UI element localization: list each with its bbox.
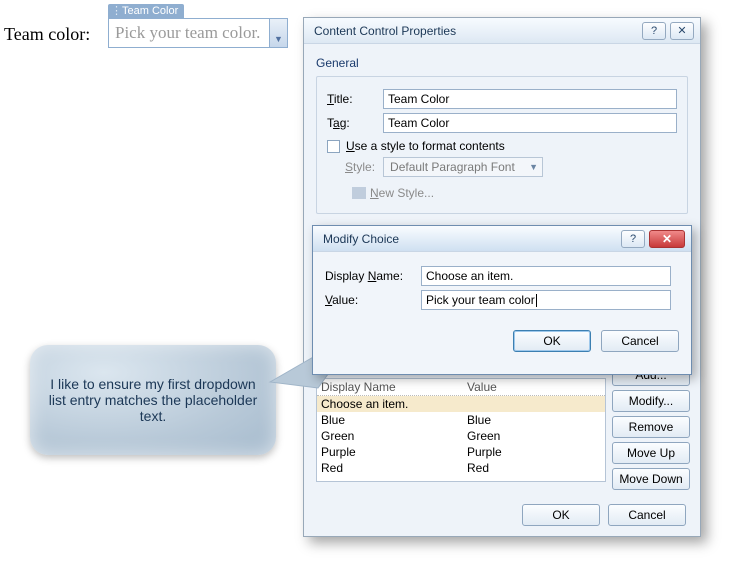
use-style-checkbox[interactable] bbox=[327, 140, 340, 153]
subdialog-ok-button[interactable]: OK bbox=[513, 330, 591, 352]
chevron-down-icon: ▼ bbox=[529, 162, 538, 172]
list-cell-name: Purple bbox=[317, 445, 467, 459]
dialog-cancel-button[interactable]: Cancel bbox=[608, 504, 686, 526]
subdialog-title: Modify Choice bbox=[323, 232, 617, 246]
list-row[interactable]: GreenGreen bbox=[317, 428, 605, 444]
new-style-icon bbox=[352, 187, 366, 199]
style-combo-value: Default Paragraph Font bbox=[390, 160, 515, 174]
help-button[interactable]: ? bbox=[642, 22, 666, 40]
subdialog-help-button[interactable]: ? bbox=[621, 230, 645, 248]
list-cell-value bbox=[467, 397, 605, 411]
modify-choice-dialog: Modify Choice ? ✕ Display Name: Value: P… bbox=[312, 225, 692, 375]
subdialog-body: Display Name: Value: Pick your team colo… bbox=[313, 252, 691, 324]
list-row[interactable]: BlueBlue bbox=[317, 412, 605, 428]
move-up-button[interactable]: Move Up bbox=[612, 442, 690, 464]
value-label: Value: bbox=[325, 293, 421, 307]
list-cell-name: Green bbox=[317, 429, 467, 443]
title-input[interactable] bbox=[383, 89, 677, 109]
content-control-dropdown-button[interactable]: ▼ bbox=[269, 19, 287, 47]
close-button[interactable]: ✕ bbox=[670, 22, 694, 40]
author-callout: I like to ensure my first dropdown list … bbox=[30, 345, 276, 455]
dialog-title: Content Control Properties bbox=[314, 24, 638, 38]
content-control-box: Pick your team color. ▼ bbox=[108, 18, 288, 48]
remove-button[interactable]: Remove bbox=[612, 416, 690, 438]
list-cell-value: Purple bbox=[467, 445, 605, 459]
dropdown-list-area: Display Name Value Choose an item.BlueBl… bbox=[316, 378, 688, 482]
tag-input[interactable] bbox=[383, 113, 677, 133]
list-side-buttons: Add... Modify... Remove Move Up Move Dow… bbox=[612, 364, 690, 490]
value-input[interactable]: Pick your team color bbox=[421, 290, 671, 310]
content-control-tab[interactable]: Team Color bbox=[108, 4, 184, 18]
dialog-footer: OK Cancel bbox=[304, 504, 700, 526]
use-style-label: Use a style to format contents bbox=[346, 139, 505, 153]
list-header-value: Value bbox=[467, 380, 605, 394]
value-input-text: Pick your team color bbox=[426, 293, 535, 307]
new-style-label: New Style... bbox=[370, 186, 434, 200]
subdialog-cancel-button[interactable]: Cancel bbox=[601, 330, 679, 352]
style-label: Style: bbox=[345, 160, 375, 174]
general-group: Title: Tag: Use a style to format conten… bbox=[316, 76, 688, 214]
dialog-ok-button[interactable]: OK bbox=[522, 504, 600, 526]
list-cell-value: Red bbox=[467, 461, 605, 475]
subdialog-titlebar: Modify Choice ? ✕ bbox=[313, 226, 691, 252]
style-combo: Default Paragraph Font ▼ bbox=[383, 157, 543, 177]
list-cell-name: Blue bbox=[317, 413, 467, 427]
doc-field-label: Team color: bbox=[4, 24, 90, 45]
subdialog-close-button[interactable]: ✕ bbox=[649, 230, 685, 248]
callout-text: I like to ensure my first dropdown list … bbox=[46, 376, 260, 424]
dialog-body: General Title: Tag: Use a style to forma… bbox=[304, 44, 700, 224]
list-row[interactable]: PurplePurple bbox=[317, 444, 605, 460]
list-cell-value: Green bbox=[467, 429, 605, 443]
new-style-button: New Style... bbox=[345, 183, 441, 203]
title-field-label: Title: bbox=[327, 92, 383, 106]
text-caret bbox=[536, 294, 537, 307]
general-group-label: General bbox=[316, 56, 688, 70]
content-control: Team Color Pick your team color. ▼ bbox=[108, 3, 288, 48]
list-row[interactable]: RedRed bbox=[317, 460, 605, 476]
list-cell-value: Blue bbox=[467, 413, 605, 427]
modify-button[interactable]: Modify... bbox=[612, 390, 690, 412]
subdialog-footer: OK Cancel bbox=[313, 324, 691, 352]
display-name-label: Display Name: bbox=[325, 269, 421, 283]
display-name-input[interactable] bbox=[421, 266, 671, 286]
content-control-placeholder: Pick your team color. bbox=[109, 19, 269, 47]
move-down-button[interactable]: Move Down bbox=[612, 468, 690, 490]
tag-field-label: Tag: bbox=[327, 116, 383, 130]
list-cell-name: Red bbox=[317, 461, 467, 475]
dialog-titlebar: Content Control Properties ? ✕ bbox=[304, 18, 700, 44]
